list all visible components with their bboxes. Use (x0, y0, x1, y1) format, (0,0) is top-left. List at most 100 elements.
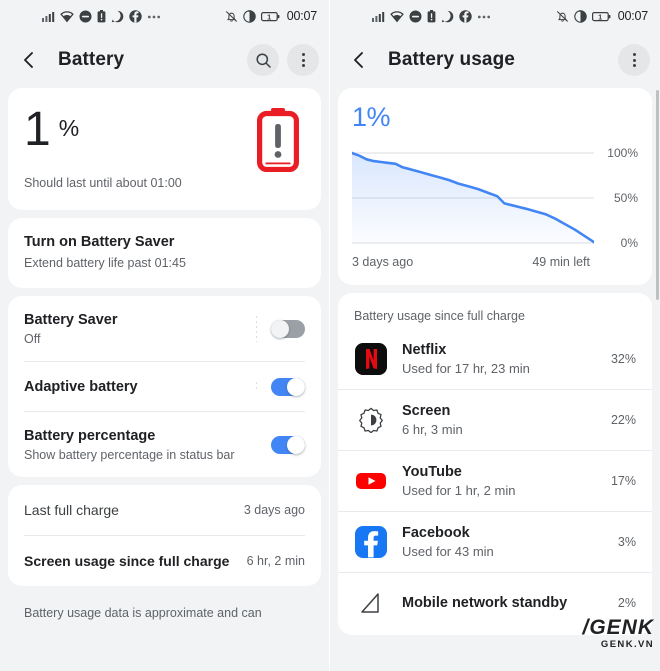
toggle-knob (271, 320, 289, 338)
app-name: YouTube (402, 464, 462, 480)
do-not-disturb-icon (79, 10, 92, 22)
overflow-menu-button[interactable] (287, 44, 319, 76)
vertical-dotted-divider (256, 382, 257, 392)
battery-usage-screen: 1 00:07 Battery usage 1% 100% 50% 0% 3 d… (330, 0, 660, 671)
battery-saver-icon (242, 9, 256, 23)
setting-row-battery-saver[interactable]: Battery Saver Off (24, 296, 305, 361)
battery-percent-symbol: % (58, 115, 80, 141)
status-bar-left-icons (372, 9, 491, 23)
battery-percent-row: 1 % (24, 106, 257, 154)
app-name: Mobile network standby (402, 595, 568, 611)
battery-level-value: 1 (598, 12, 602, 21)
messages-icon (111, 10, 124, 22)
list-item[interactable]: Screen 6 hr, 3 min 22% (338, 389, 652, 450)
app-battery-percent: 22% (610, 413, 636, 427)
battery-saver-promo-card[interactable]: Turn on Battery Saver Extend battery lif… (8, 218, 321, 288)
list-item[interactable]: Netflix Used for 17 hr, 23 min 32% (338, 329, 652, 389)
signal-triangle-icon (354, 586, 388, 620)
chart-current-percent: 1% (352, 102, 391, 132)
more-vert-icon (632, 53, 636, 67)
back-arrow-icon (24, 52, 33, 68)
vertical-dotted-divider (256, 316, 257, 342)
chart-plot (352, 149, 594, 247)
overflow-menu-button[interactable] (618, 44, 650, 76)
toggle-knob (287, 378, 305, 396)
setting-subtitle: Show battery percentage in status bar (24, 448, 235, 462)
app-bar-actions-left (247, 32, 319, 88)
info-label: Screen usage since full charge (24, 553, 230, 569)
page-title: Battery (58, 49, 125, 70)
chart-area: 100% 50% 0% (352, 146, 638, 250)
status-bar-right: 1 00:07 (330, 0, 660, 32)
app-usage-duration: Used for 17 hr, 23 min (402, 361, 530, 376)
wifi-icon (390, 10, 404, 22)
status-bar-clock: 00:07 (286, 9, 317, 23)
info-row-screen-usage[interactable]: Screen usage since full charge 6 hr, 2 m… (24, 535, 305, 586)
setting-title: Adaptive battery (24, 379, 138, 395)
list-item-text: YouTube Used for 1 hr, 2 min (402, 464, 603, 498)
app-bar-actions-right (618, 32, 650, 88)
more-icon (477, 15, 491, 18)
signal-bars-icon (372, 11, 385, 22)
app-battery-percent: 3% (617, 535, 636, 549)
x-tick-label-end: 49 min left (532, 255, 590, 269)
list-item-text: Netflix Used for 17 hr, 23 min (402, 342, 603, 376)
info-value: 6 hr, 2 min (246, 554, 305, 568)
search-icon (255, 52, 271, 68)
setting-text-battery-saver: Battery Saver Off (24, 312, 252, 346)
app-name: Facebook (402, 525, 470, 541)
battery-summary-card: 1 % Should last until about 01:00 (8, 88, 321, 210)
battery-info-card: Last full charge 3 days ago Screen usage… (8, 485, 321, 586)
list-item-text: Mobile network standby (402, 595, 610, 611)
app-battery-percent: 2% (617, 596, 636, 610)
setting-text-battery-percentage: Battery percentage Show battery percenta… (24, 428, 271, 462)
info-row-last-full-charge[interactable]: Last full charge 3 days ago (24, 485, 305, 535)
app-usage-duration: Used for 1 hr, 2 min (402, 483, 516, 498)
battery-level-value: 1 (267, 12, 271, 21)
toggle-battery-percentage[interactable] (271, 436, 305, 454)
facebook-icon (354, 525, 388, 559)
status-bar-clock: 00:07 (617, 9, 648, 23)
toggle-battery-saver[interactable] (271, 320, 305, 338)
brightness-icon (354, 403, 388, 437)
toggle-knob (287, 436, 305, 454)
back-button[interactable] (12, 43, 46, 77)
search-button[interactable] (247, 44, 279, 76)
netflix-icon (354, 342, 388, 376)
battery-settings-screen: 1 00:07 Battery 1 % Should last until ab… (0, 0, 330, 671)
battery-alert-icon (257, 108, 299, 172)
dual-screenshot: 1 00:07 Battery 1 % Should last until ab… (0, 0, 660, 671)
battery-percent-value: 1 (24, 103, 51, 156)
status-bar-left-icons (42, 9, 161, 23)
battery-level-icon: 1 (260, 11, 280, 21)
messages-icon (441, 10, 454, 22)
y-tick-label: 100% (607, 146, 638, 160)
list-item-text: Screen 6 hr, 3 min (402, 403, 603, 437)
more-icon (147, 15, 161, 18)
battery-footnote: Battery usage data is approximate and ca… (24, 606, 262, 620)
battery-summary-text: 1 % Should last until about 01:00 (24, 106, 257, 191)
list-item[interactable]: YouTube Used for 1 hr, 2 min 17% (338, 450, 652, 511)
x-tick-label-start: 3 days ago (352, 255, 414, 269)
scrollbar[interactable] (656, 90, 659, 300)
do-not-disturb-icon (409, 10, 422, 22)
battery-level-icon: 1 (591, 11, 611, 21)
battery-saver-promo-subtitle: Extend battery life past 01:45 (24, 256, 186, 270)
battery-level-chart (352, 151, 594, 244)
list-item[interactable]: Mobile network standby 2% (338, 572, 652, 633)
youtube-icon (354, 464, 388, 498)
setting-subtitle: Off (24, 332, 41, 346)
app-name: Screen (402, 403, 451, 419)
setting-row-battery-percentage[interactable]: Battery percentage Show battery percenta… (24, 411, 305, 477)
setting-row-adaptive-battery[interactable]: Adaptive battery (24, 361, 305, 411)
y-tick-label: 50% (613, 191, 638, 205)
list-item[interactable]: Facebook Used for 43 min 3% (338, 511, 652, 572)
app-bar-left: Battery (0, 32, 329, 88)
app-usage-duration: Used for 43 min (402, 544, 494, 559)
battery-graph-card: 1% 100% 50% 0% 3 days ago 49 min left (338, 88, 652, 285)
facebook-icon (459, 9, 472, 23)
toggle-adaptive-battery[interactable] (271, 378, 305, 396)
status-bar-right-icons: 1 00:07 (556, 0, 648, 32)
back-button[interactable] (342, 43, 376, 77)
signal-bars-icon (42, 11, 55, 22)
